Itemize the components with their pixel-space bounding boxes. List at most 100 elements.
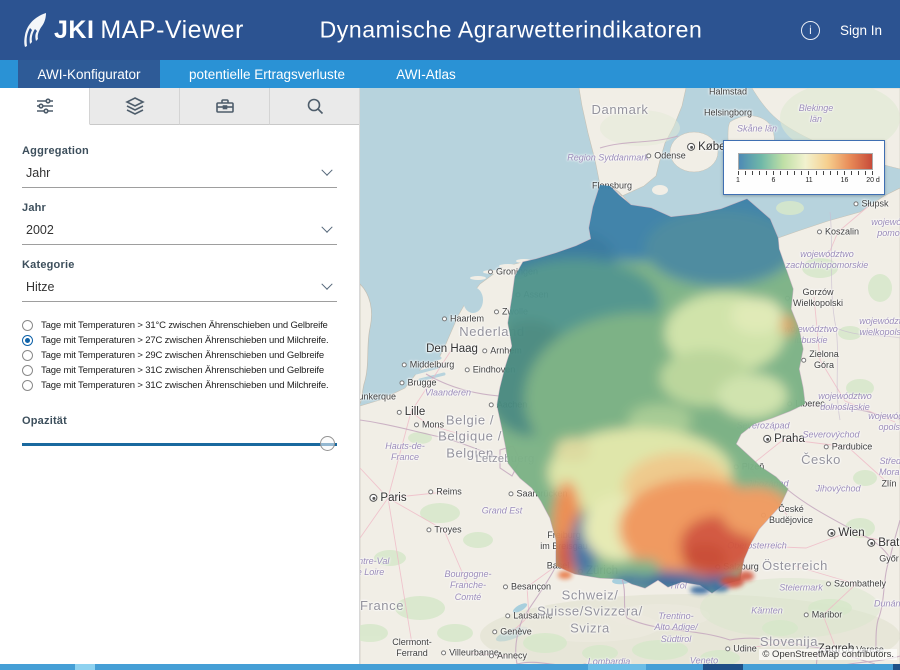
radio-option-3[interactable]: Tage mit Temperaturen > 29C zwischen Ähr… xyxy=(22,350,337,361)
map-label: České Budějovice xyxy=(761,504,813,527)
timeline-segment xyxy=(703,664,743,670)
sidebar: Aggregation Jahr Jahr 2002 Kategorie Hit… xyxy=(0,88,360,670)
city-dot-icon xyxy=(734,465,739,470)
tab-toolbox[interactable] xyxy=(180,88,270,125)
aggregation-field: Aggregation Jahr xyxy=(22,145,337,188)
tab-layers[interactable] xyxy=(90,88,180,125)
map-label: Koszalin xyxy=(817,226,859,237)
kategorie-label: Kategorie xyxy=(22,259,337,271)
jahr-select[interactable]: 2002 xyxy=(22,214,337,245)
map-label: Jihovýchod xyxy=(815,483,860,494)
map-label: Slovenija xyxy=(760,634,818,650)
radio-option-1[interactable]: Tage mit Temperaturen > 31°C zwischen Äh… xyxy=(22,320,337,331)
city-dot-icon xyxy=(725,647,730,652)
map-label: Győr xyxy=(879,553,899,564)
map-label: Freiburg im Breisgau xyxy=(540,530,588,553)
map-label: Zlín xyxy=(881,478,896,489)
map-viewport[interactable]: DanmarkHalmstadHelsingborgBlekinge länSk… xyxy=(360,88,900,670)
city-dot-icon xyxy=(441,651,446,656)
map-label: województwo lubuskie xyxy=(784,324,838,347)
map-label: Střední Morava xyxy=(879,456,900,479)
kategorie-select[interactable]: Hitze xyxy=(22,271,337,302)
opacity-slider[interactable] xyxy=(22,436,337,452)
kategorie-value: Hitze xyxy=(26,280,54,294)
radio-circle-selected xyxy=(22,335,33,346)
city-dot-icon xyxy=(578,569,583,574)
map-label: Haarlem xyxy=(442,313,484,324)
indicator-radio-group: Tage mit Temperaturen > 31°C zwischen Äh… xyxy=(22,320,337,391)
opacity-slider-track[interactable] xyxy=(22,443,337,447)
radio-option-5[interactable]: Tage mit Temperaturen > 31C zwischen Ähr… xyxy=(22,380,337,391)
map-label: Grand Est xyxy=(482,505,523,516)
map-label: Österreich xyxy=(762,558,828,574)
opacity-label: Opazität xyxy=(22,415,337,427)
city-dot-icon xyxy=(715,565,720,570)
map-label: Mons xyxy=(414,419,444,430)
timeline-bar[interactable] xyxy=(0,664,900,670)
aggregation-select[interactable]: Jahr xyxy=(22,157,337,188)
city-dot-icon xyxy=(801,358,806,363)
legend-ticks xyxy=(738,171,873,176)
brand-name: JKI xyxy=(54,16,94,45)
map-label: Kärnten xyxy=(751,605,783,616)
info-icon[interactable]: i xyxy=(801,21,820,40)
radio-option-2[interactable]: Tage mit Temperaturen > 27C zwischen Ähr… xyxy=(22,335,337,346)
aggregation-label: Aggregation xyxy=(22,145,337,157)
city-dot-icon xyxy=(787,402,792,407)
tab-filter-settings[interactable] xyxy=(0,88,90,125)
map-label: Reims xyxy=(428,486,462,497)
city-dot-icon xyxy=(399,381,404,386)
legend: 16111620 d xyxy=(723,140,885,195)
map-label: Letzebuerg xyxy=(475,453,534,467)
map-label: Brugge xyxy=(399,377,436,388)
tab-potentielle-ertragsverluste[interactable]: potentielle Ertragsverluste xyxy=(160,60,374,88)
map-label: Steiermark xyxy=(779,582,823,593)
city-dot-icon xyxy=(414,423,419,428)
map-label: Praha xyxy=(763,432,805,446)
legend-gradient xyxy=(738,153,873,170)
map-label: Danmark xyxy=(592,102,649,118)
search-icon xyxy=(305,96,325,116)
chevron-down-icon xyxy=(321,165,332,176)
sign-in-button[interactable]: Sign In xyxy=(840,23,882,38)
opacity-slider-handle[interactable] xyxy=(320,436,335,451)
map-label: Centre-Val de Loire xyxy=(360,556,389,579)
kategorie-field: Kategorie Hitze xyxy=(22,259,337,302)
map-label: Annecy xyxy=(489,650,527,661)
city-dot-icon xyxy=(853,202,858,207)
map-label: France xyxy=(360,598,404,614)
tab-awi-konfigurator[interactable]: AWI-Konfigurator xyxy=(18,60,160,88)
aggregation-value: Jahr xyxy=(26,166,50,180)
map-label: Bratislava xyxy=(867,536,900,550)
radio-circle xyxy=(22,350,33,361)
map-label: Tirol xyxy=(669,580,686,591)
map-label: Česko xyxy=(801,452,841,468)
map-label: Oberösterreich xyxy=(727,540,787,551)
map-label: Plzeň xyxy=(734,461,765,472)
jahr-value: 2002 xyxy=(26,223,54,237)
map-label: Odense xyxy=(646,150,686,161)
map-label: Aachen xyxy=(489,399,528,410)
city-ring-icon xyxy=(687,143,695,151)
map-label: Liberec xyxy=(787,398,825,409)
city-dot-icon xyxy=(397,410,402,415)
chevron-down-icon xyxy=(321,279,332,290)
city-dot-icon xyxy=(826,582,831,587)
app-name: MAP-Viewer xyxy=(100,16,243,45)
tab-awi-atlas[interactable]: AWI-Atlas xyxy=(374,60,478,88)
city-dot-icon xyxy=(761,513,766,518)
jahr-label: Jahr xyxy=(22,202,337,214)
header-actions: i Sign In xyxy=(801,0,882,60)
radio-option-4[interactable]: Tage mit Temperaturen > 31C zwischen Ähr… xyxy=(22,365,337,376)
city-dot-icon xyxy=(503,585,508,590)
map-label: Besançon xyxy=(503,581,551,592)
timeline-segment xyxy=(588,664,646,670)
map-label: Udine xyxy=(725,643,757,654)
map-label: Lausanne xyxy=(505,610,553,621)
map-label: Nederland xyxy=(459,324,524,340)
map-label: Severovýchod xyxy=(802,429,859,440)
radio-circle xyxy=(22,380,33,391)
opacity-control: Opazität xyxy=(22,415,337,452)
map-label: województwo wielkopolskie xyxy=(859,316,900,339)
tab-search[interactable] xyxy=(270,88,359,125)
